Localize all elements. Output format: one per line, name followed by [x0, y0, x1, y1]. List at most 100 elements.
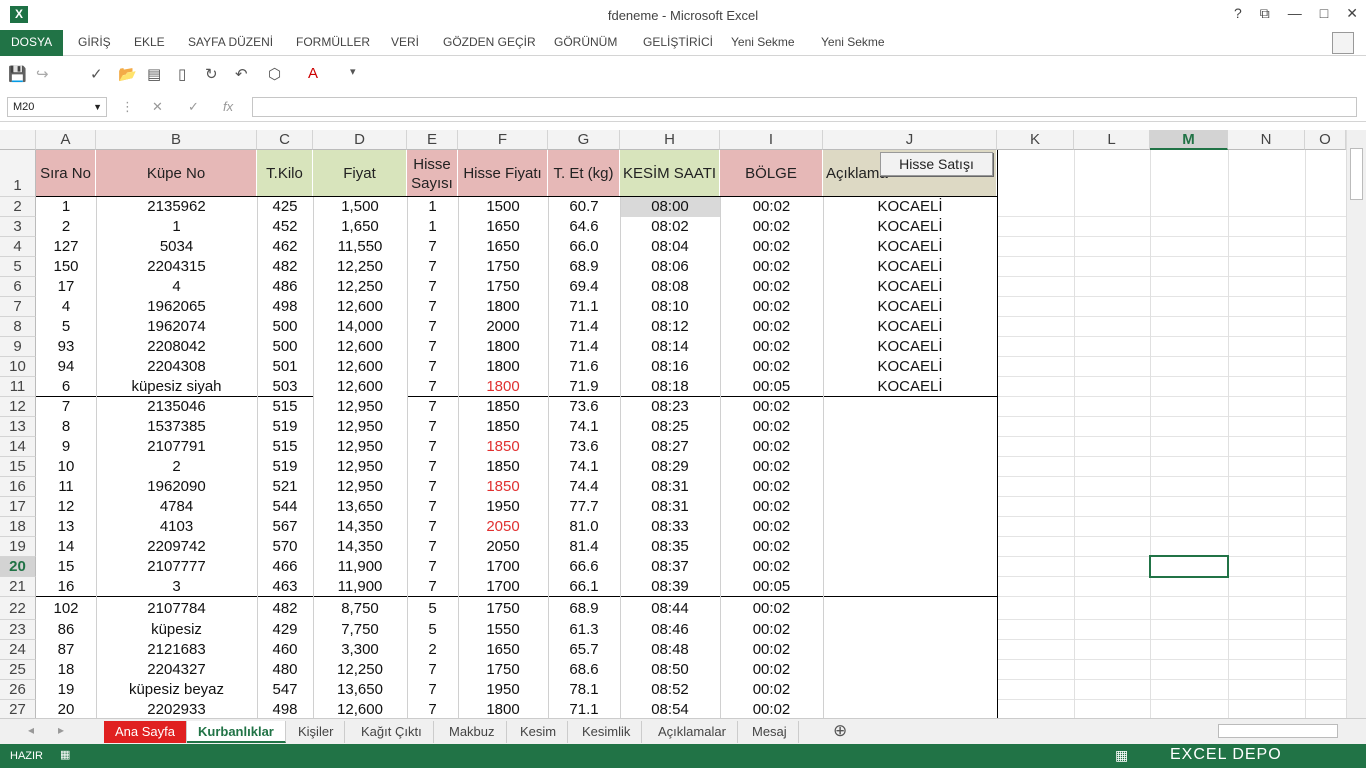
add-sheet-icon[interactable]: ⊕: [833, 721, 847, 741]
next-sheet-icon[interactable]: ▸: [58, 723, 64, 737]
cell-c[interactable]: 500: [257, 317, 313, 337]
cell-h[interactable]: 08:12: [620, 317, 720, 337]
open-icon[interactable]: 📂: [118, 65, 137, 83]
cell-b[interactable]: 2204308: [96, 357, 257, 377]
cell-f[interactable]: 1700: [458, 577, 548, 597]
cell-h[interactable]: 08:44: [620, 597, 720, 620]
cell-h[interactable]: 08:31: [620, 497, 720, 517]
cell-c[interactable]: 515: [257, 397, 313, 417]
cell-d[interactable]: 12,950: [313, 457, 407, 477]
cell-g[interactable]: 71.6: [548, 357, 620, 377]
cell-c[interactable]: 567: [257, 517, 313, 537]
cell-b[interactable]: 2107784: [96, 597, 257, 620]
cell-f[interactable]: 1800: [458, 700, 548, 718]
cell-g[interactable]: 71.9: [548, 377, 620, 397]
cell-e[interactable]: 5: [407, 620, 458, 640]
cell-i[interactable]: 00:05: [720, 377, 823, 397]
column-header-a[interactable]: A: [36, 130, 96, 150]
cell-c[interactable]: 498: [257, 297, 313, 317]
cell-e[interactable]: 7: [407, 700, 458, 718]
redo-icon[interactable]: ↪: [36, 65, 49, 83]
cell-g[interactable]: 71.4: [548, 337, 620, 357]
cell-c[interactable]: 498: [257, 700, 313, 718]
cell-i[interactable]: 00:02: [720, 557, 823, 577]
cell-g[interactable]: 74.4: [548, 477, 620, 497]
cell-j[interactable]: [823, 700, 997, 718]
row-header-1[interactable]: 1: [0, 150, 36, 197]
sheet-tab[interactable]: Ana Sayfa: [104, 721, 187, 743]
cell-i[interactable]: 00:02: [720, 237, 823, 257]
cell-b[interactable]: 1962090: [96, 477, 257, 497]
cell-a[interactable]: 86: [36, 620, 96, 640]
cell-e[interactable]: 1: [407, 217, 458, 237]
cell-f[interactable]: 1850: [458, 397, 548, 417]
selected-cell-m20[interactable]: [1149, 555, 1229, 578]
column-header-d[interactable]: D: [313, 130, 407, 150]
column-header-o[interactable]: O: [1305, 130, 1346, 150]
cell-f[interactable]: 1800: [458, 377, 548, 397]
row-header-18[interactable]: 18: [0, 517, 36, 537]
cell-b[interactable]: 4103: [96, 517, 257, 537]
cell-a[interactable]: 4: [36, 297, 96, 317]
cell-j[interactable]: KOCAELİ: [823, 377, 997, 397]
macro-icon[interactable]: ▦: [60, 748, 70, 761]
cell-g[interactable]: 68.6: [548, 660, 620, 680]
cell-b[interactable]: 1962074: [96, 317, 257, 337]
cell-c[interactable]: 482: [257, 597, 313, 620]
cell-a[interactable]: 17: [36, 277, 96, 297]
cell-a[interactable]: 16: [36, 577, 96, 597]
cell-d[interactable]: 12,250: [313, 257, 407, 277]
cell-j[interactable]: [823, 497, 997, 517]
cell-g[interactable]: 64.6: [548, 217, 620, 237]
cell-b[interactable]: 2204315: [96, 257, 257, 277]
row-header-3[interactable]: 3: [0, 217, 36, 237]
cell-j[interactable]: KOCAELİ: [823, 317, 997, 337]
cell-f[interactable]: 1850: [458, 457, 548, 477]
cell-b[interactable]: 2107791: [96, 437, 257, 457]
cell-b[interactable]: 1537385: [96, 417, 257, 437]
row-header-17[interactable]: 17: [0, 497, 36, 517]
cell-a[interactable]: 19: [36, 680, 96, 700]
cell-d[interactable]: 12,600: [313, 700, 407, 718]
row-header-2[interactable]: 2: [0, 197, 36, 217]
new-icon[interactable]: ▯: [178, 65, 186, 83]
insert-function-icon[interactable]: fx: [223, 99, 233, 114]
hisse-satisi-button[interactable]: Hisse Satışı: [880, 152, 993, 176]
cell-c[interactable]: 521: [257, 477, 313, 497]
cell-i[interactable]: 00:02: [720, 417, 823, 437]
cell-g[interactable]: 71.4: [548, 317, 620, 337]
row-header-21[interactable]: 21: [0, 577, 36, 597]
cell-b[interactable]: 2107777: [96, 557, 257, 577]
cell-j[interactable]: [823, 537, 997, 557]
cell-d[interactable]: 12,950: [313, 477, 407, 497]
cell-g[interactable]: 81.0: [548, 517, 620, 537]
cell-b[interactable]: 1962065: [96, 297, 257, 317]
column-header-h[interactable]: H: [620, 130, 720, 150]
cell-c[interactable]: 452: [257, 217, 313, 237]
cell-d[interactable]: 11,900: [313, 557, 407, 577]
cell-h[interactable]: 08:46: [620, 620, 720, 640]
cell-h[interactable]: 08:00: [620, 197, 720, 217]
cell-j[interactable]: [823, 457, 997, 477]
cell-h[interactable]: 08:16: [620, 357, 720, 377]
cell-d[interactable]: 12,250: [313, 277, 407, 297]
row-header-20[interactable]: 20: [0, 557, 36, 577]
cell-b[interactable]: 2202933: [96, 700, 257, 718]
sheet-tab[interactable]: Kişiler: [287, 721, 346, 743]
spellcheck-icon[interactable]: ✓: [90, 65, 103, 83]
cell-i[interactable]: 00:02: [720, 457, 823, 477]
cancel-icon[interactable]: ✕: [152, 99, 163, 115]
row-header-23[interactable]: 23: [0, 620, 36, 640]
cell-g[interactable]: 73.6: [548, 397, 620, 417]
close-icon[interactable]: ✕: [1346, 5, 1358, 22]
cell-b[interactable]: 2209742: [96, 537, 257, 557]
cell-d[interactable]: 3,300: [313, 640, 407, 660]
cell-i[interactable]: 00:02: [720, 700, 823, 718]
cell-d[interactable]: 14,350: [313, 517, 407, 537]
tab-review[interactable]: GÖZDEN GEÇİR: [443, 30, 536, 56]
row-header-10[interactable]: 10: [0, 357, 36, 377]
tab-new-1[interactable]: Yeni Sekme: [731, 30, 795, 56]
cell-h[interactable]: 08:10: [620, 297, 720, 317]
tab-page-layout[interactable]: SAYFA DÜZENİ: [188, 30, 273, 56]
cell-c[interactable]: 501: [257, 357, 313, 377]
